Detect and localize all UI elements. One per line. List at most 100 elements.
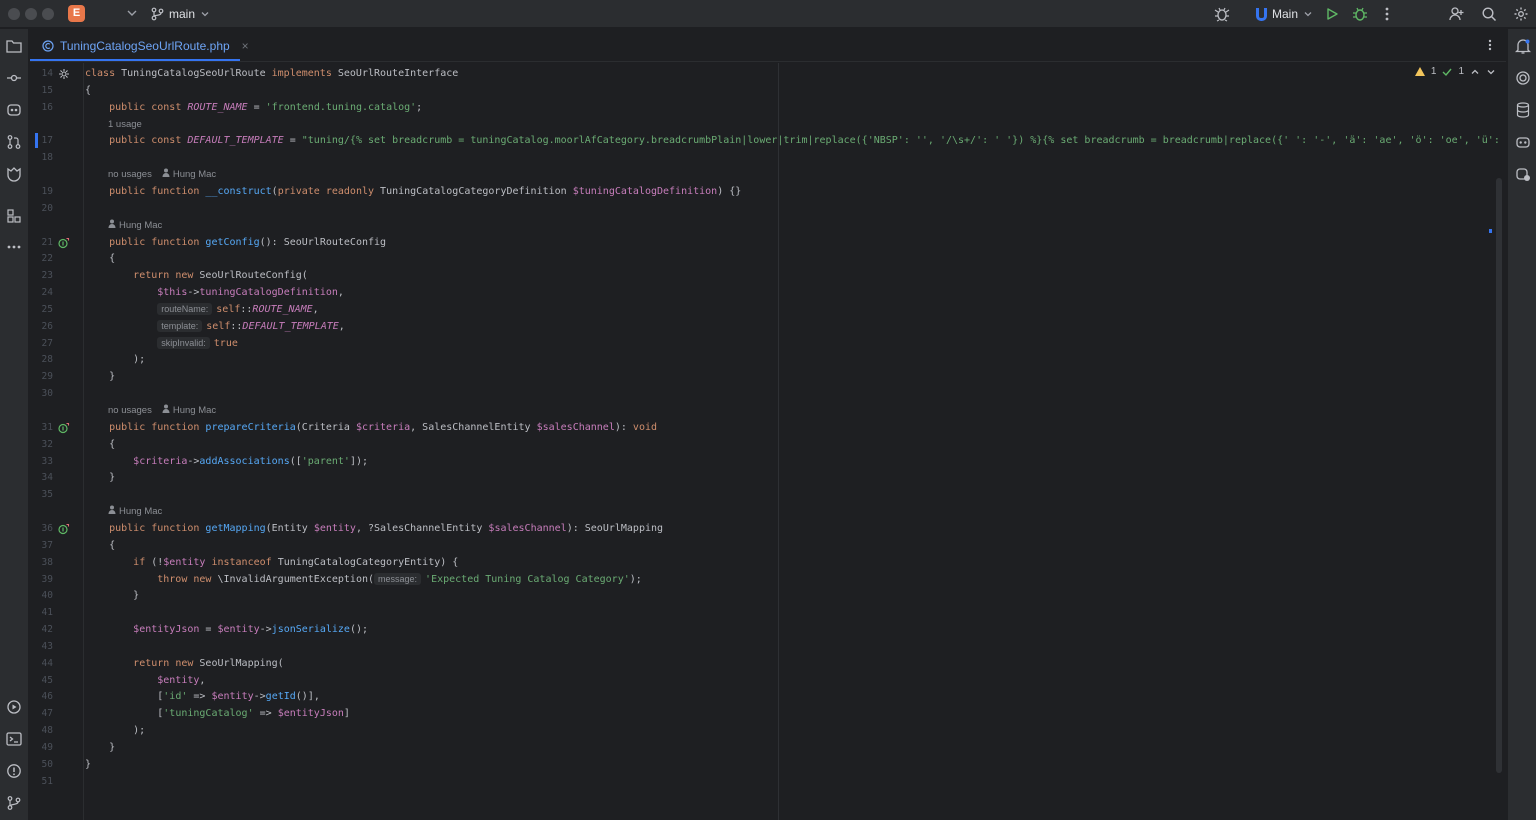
git-tool-button[interactable] [4,793,24,813]
window-close-button[interactable] [8,8,20,20]
previous-highlight-icon[interactable] [1470,67,1480,77]
notifications-tool-button[interactable] [1513,36,1533,56]
right-tool-strip [1507,29,1536,820]
code-token: public function [109,421,206,433]
code-line: 19 public function __construct(private r… [30,183,1506,200]
code-token: } [85,758,92,770]
terminal-tool-button[interactable] [4,729,24,749]
structure-tool-button[interactable] [4,206,24,226]
code-editor[interactable]: 14 class TuningCatalogSeoUrlRoute impleme… [30,63,1506,820]
code-vision-hint[interactable]: Hung Mac [108,217,162,234]
commit-tool-button[interactable] [4,68,24,88]
window-minimize-button[interactable] [25,8,37,20]
code-token: ): [614,421,633,433]
line-number: 30 [41,388,53,400]
run-configuration-selector[interactable]: Main [1256,5,1313,23]
author-hint[interactable]: Hung Mac [108,503,162,520]
assistant-icon [1516,168,1530,181]
inspection-widget[interactable]: 1 1 [1414,66,1496,77]
author-hint[interactable]: Hung Mac [162,166,216,183]
project-badge[interactable]: E [68,5,85,22]
project-chevron-down-icon[interactable] [126,6,138,20]
run-icon [1327,8,1338,20]
ai-assistant-tool-button[interactable] [4,100,24,120]
code-line: 28 ); [30,351,1506,368]
assistant-tool-button[interactable] [1513,164,1533,184]
person-icon [162,402,170,419]
author-hint[interactable]: Hung Mac [162,402,216,419]
author-hint[interactable]: Hung Mac [108,217,162,234]
code-with-me-button[interactable] [1447,4,1467,24]
usages-hint[interactable]: no usages [108,166,152,183]
bookmarks-tool-button[interactable] [4,164,24,184]
code-token: , [199,674,206,686]
code-token: instanceof [211,556,278,568]
usages-hint[interactable]: no usages [108,402,152,419]
usages-hint[interactable]: 1 usage [108,116,142,133]
implements-method-icon[interactable] [58,236,70,248]
kebab-menu-icon [1385,7,1389,21]
debug-button[interactable] [1350,4,1370,24]
code-line: 27 skipInvalid: true [30,335,1506,352]
vertical-scrollbar[interactable] [1496,178,1502,773]
code-text: $this->tuningCatalogDefinition, [85,284,344,301]
code-vision-hint[interactable]: no usages Hung Mac [108,166,216,183]
code-line: 25 routeName: self::ROUTE_NAME, [30,301,1506,318]
code-token: ] [343,708,350,720]
more-tools-button[interactable] [4,237,24,257]
code-token: $entity [157,674,200,686]
author-name: Hung Mac [172,169,217,181]
pull-requests-tool-button[interactable] [4,132,24,152]
code-token: -> [259,624,272,636]
implements-method-icon[interactable] [58,522,70,535]
code-token: TuningCatalogSeoUrlRoute [121,68,272,79]
tab-options-button[interactable] [1482,37,1498,53]
settings-button[interactable] [1511,4,1531,24]
code-token: 'Expected Tuning Catalog Category' [425,573,630,585]
next-highlight-icon[interactable] [1486,67,1496,77]
database-tool-button[interactable] [1513,100,1533,120]
code-vision-hint[interactable]: no usages Hung Mac [108,402,216,419]
code-token: getConfig [205,236,260,248]
tab-tuning-catalog-seo-url-route[interactable]: TuningCatalogSeoUrlRoute.php × [38,29,253,62]
inlay-hint-row: no usages Hung Mac [30,402,1506,419]
branch-selector[interactable]: main [151,5,210,23]
ai-chat-tool-button[interactable] [1513,68,1533,88]
code-text: public function prepareCriteria(Criteria… [85,419,657,436]
problems-tool-button[interactable] [4,761,24,781]
code-token: { [85,539,116,551]
line-number: 23 [41,270,53,282]
copilot-tool-button[interactable] [1513,132,1533,152]
more-actions-button[interactable] [1377,4,1397,24]
class-settings-icon[interactable] [58,67,70,79]
code-token: $entityJson [133,624,200,636]
code-token: :: [240,303,253,315]
debug-bug-icon[interactable] [1212,4,1232,24]
vcs-change-marker[interactable] [35,133,38,149]
code-text: } [85,587,139,604]
tab-close-icon[interactable]: × [242,39,249,53]
line-number: 20 [41,202,53,214]
code-token: $this [157,287,188,299]
code-vision-hint[interactable]: Hung Mac [108,503,162,520]
project-tool-button[interactable] [4,36,24,56]
code-token: ); [85,354,146,366]
code-token: class [85,68,122,79]
code-token: ROUTE_NAME [187,101,248,113]
code-token: $criteria [355,421,411,433]
window-zoom-button[interactable] [42,8,54,20]
code-token: , ?SalesChannelEntity [355,522,489,534]
services-tool-button[interactable] [4,697,24,717]
run-button[interactable] [1322,4,1342,24]
implements-method-icon[interactable] [58,421,70,433]
code-token: => [253,708,278,720]
author-name: Hung Mac [172,405,217,416]
search-everywhere-button[interactable] [1479,4,1499,24]
code-token: = [247,101,266,113]
code-token: private readonly [277,185,381,197]
line-number: 50 [41,758,53,770]
code-vision-hint[interactable]: 1 usage [108,116,142,133]
